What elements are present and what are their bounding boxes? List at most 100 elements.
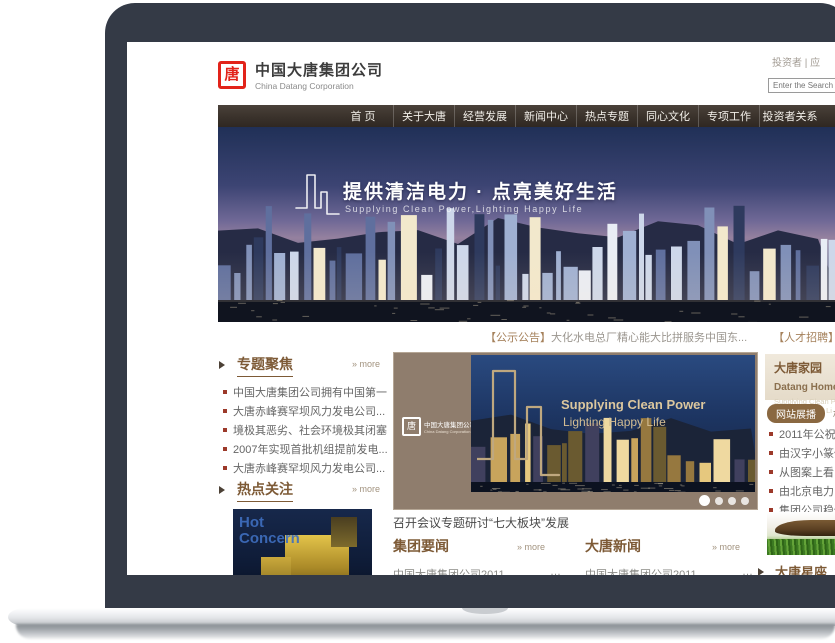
list-item-label: 2011年公祝中 bbox=[779, 426, 835, 442]
bullet-icon bbox=[769, 508, 773, 512]
bullet-icon bbox=[769, 489, 773, 493]
nav-item[interactable]: 经营发展 bbox=[454, 105, 515, 127]
datang-home-card[interactable]: 大唐家园 Datang Home Supplying Clean P Light… bbox=[765, 354, 835, 400]
hero-slogan-cn: 提供清洁电力 · 点亮美好生活 bbox=[343, 177, 618, 204]
bullet-icon bbox=[223, 409, 227, 413]
site-logo[interactable]: 唐 中国大唐集团公司 China Datang Corporation bbox=[218, 59, 383, 91]
plant-building bbox=[261, 557, 291, 575]
news-ticker: 【公示公告】大化水电总厂精心能大比拼服务中国东... 【人才招聘】大化水电总厂精心… bbox=[485, 330, 835, 346]
ticker-tag: 【公示公告】 bbox=[485, 332, 551, 344]
section-arrow-icon bbox=[758, 568, 764, 575]
nav-item[interactable]: 首 页 bbox=[333, 105, 393, 127]
datang-news-more[interactable]: » more bbox=[712, 542, 740, 552]
list-item[interactable]: 大唐赤峰赛罕坝风力发电公司... bbox=[223, 458, 388, 477]
nav-item[interactable]: 同心文化 bbox=[637, 105, 698, 127]
list-item[interactable]: 2011年公祝中 bbox=[769, 424, 835, 443]
carousel-logo-en: China Datang Corporation bbox=[424, 429, 476, 434]
nav-item[interactable]: 新闻中心 bbox=[515, 105, 576, 127]
constellation-section-title[interactable]: 大唐星座 bbox=[775, 562, 827, 575]
carousel-waveform-icon bbox=[477, 363, 567, 483]
hot-thumb-caption: Hot Concern bbox=[239, 515, 309, 547]
carousel-logo: 唐 中国大唐集团公司 China Datang Corporation bbox=[402, 417, 466, 436]
focus-list: 中国大唐集团公司拥有中国第一... 大唐赤峰赛罕坝风力发电公司... 境极其恶劣、社… bbox=[223, 382, 388, 477]
list-item-label: 大唐赤峰赛罕坝风力发电公司... bbox=[233, 460, 385, 476]
carousel-image: Supplying Clean Power Lighting Happy Lif… bbox=[471, 355, 755, 492]
plant-tower bbox=[331, 517, 357, 547]
grass bbox=[767, 539, 835, 555]
carousel-logo-cn: 中国大唐集团公司 bbox=[424, 419, 476, 429]
ticker-tag: 【人才招聘】 bbox=[773, 332, 835, 344]
carousel[interactable]: 唐 中国大唐集团公司 China Datang Corporation Supp… bbox=[393, 352, 758, 510]
news-item-row[interactable]: 中国大唐集团公司2011... … bbox=[585, 566, 753, 575]
carousel-caption[interactable]: 召开会议专题研讨“七大板块”发展 bbox=[393, 514, 569, 531]
bullet-icon bbox=[223, 466, 227, 470]
focus-section-title[interactable]: 专题聚焦 bbox=[237, 354, 293, 377]
group-news-title[interactable]: 集团要闻 bbox=[393, 536, 449, 556]
carousel-dot[interactable] bbox=[741, 497, 749, 505]
carousel-slogan-2: Lighting Happy Life bbox=[563, 415, 666, 429]
main-nav: 首 页关于大唐经营发展新闻中心热点专题同心文化专项工作投资者关系 bbox=[218, 105, 835, 127]
list-item[interactable]: 大唐赤峰赛罕坝风力发电公司... bbox=[223, 401, 388, 420]
bullet-icon bbox=[223, 447, 227, 451]
laptop-screen: 唐 中国大唐集团公司 China Datang Corporation 投资者 … bbox=[127, 42, 835, 575]
carousel-slogan-1: Supplying Clean Power bbox=[561, 397, 705, 412]
list-item-label: 由北京电力 bbox=[779, 483, 834, 499]
pulse-icon bbox=[295, 170, 341, 222]
news-item-label: 中国大唐集团公司2011... bbox=[585, 566, 706, 575]
page: 唐 中国大唐集团公司 China Datang Corporation 投资者 … bbox=[0, 0, 835, 643]
company-name-en: China Datang Corporation bbox=[255, 81, 383, 91]
list-item[interactable]: 由汉字小篆体 bbox=[769, 443, 835, 462]
hero-slogan-en: Supplying Clean Power,Lighting Happy Lif… bbox=[345, 204, 583, 214]
list-item[interactable]: 2007年实现首批机组提前发电... bbox=[223, 439, 388, 458]
right-tabs: 网站展播 档 bbox=[767, 404, 835, 423]
datang-seal-icon: 唐 bbox=[218, 61, 246, 89]
bullet-icon bbox=[223, 390, 227, 394]
list-item-label: 由汉字小篆体 bbox=[779, 445, 835, 461]
bullet-icon bbox=[223, 428, 227, 432]
bullet-icon bbox=[769, 451, 773, 455]
hot-concern-thumb[interactable]: Hot Concern bbox=[233, 509, 372, 575]
group-news-more[interactable]: » more bbox=[517, 542, 545, 552]
list-item-label: 从图案上看， bbox=[779, 464, 835, 480]
list-item-label: 大唐赤峰赛罕坝风力发电公司... bbox=[233, 403, 385, 419]
nav-item[interactable]: 投资者关系 bbox=[759, 105, 820, 127]
horizon-glow bbox=[218, 252, 835, 302]
news-item-date: … bbox=[742, 566, 753, 575]
list-item-label: 中国大唐集团公司拥有中国第一... bbox=[233, 384, 388, 400]
mushroom-cap bbox=[775, 520, 835, 536]
nature-thumb[interactable] bbox=[767, 512, 835, 555]
news-item-label: 中国大唐集团公司2011... bbox=[393, 566, 514, 575]
datang-seal-icon: 唐 bbox=[402, 417, 421, 436]
focus-more-link[interactable]: » more bbox=[352, 359, 380, 369]
carousel-dot[interactable] bbox=[728, 497, 736, 505]
laptop-base-shadow bbox=[16, 624, 835, 639]
carousel-dot[interactable] bbox=[715, 497, 723, 505]
right-list: 2011年公祝中由汉字小篆体从图案上看，由北京电力集团公司稳健 bbox=[769, 424, 835, 519]
list-item[interactable]: 从图案上看， bbox=[769, 462, 835, 481]
carousel-dot[interactable] bbox=[699, 495, 710, 506]
section-arrow-icon bbox=[219, 361, 225, 369]
logo-text: 中国大唐集团公司 China Datang Corporation bbox=[255, 59, 383, 91]
ticker-item[interactable]: 【人才招聘】大化水电总厂精心能大 bbox=[773, 332, 835, 344]
list-item[interactable]: 由北京电力 bbox=[769, 481, 835, 500]
news-item-row[interactable]: 中国大唐集团公司2011...… bbox=[393, 566, 561, 575]
header-links[interactable]: 投资者 | 应 bbox=[772, 54, 820, 69]
bullet-icon bbox=[769, 470, 773, 474]
ticker-item[interactable]: 【公示公告】大化水电总厂精心能大比拼服务中国东... bbox=[485, 332, 747, 344]
hot-more-link[interactable]: » more bbox=[352, 484, 380, 494]
list-item[interactable]: 中国大唐集团公司拥有中国第一... bbox=[223, 382, 388, 401]
list-item-label: 境极其恶劣、社会环境极其闭塞.. bbox=[233, 422, 388, 438]
tab-site-showcase[interactable]: 网站展播 bbox=[767, 404, 825, 423]
hot-section-title[interactable]: 热点关注 bbox=[237, 479, 293, 502]
list-item-label: 2007年实现首批机组提前发电... bbox=[233, 441, 388, 457]
section-arrow-icon bbox=[219, 486, 225, 494]
list-item[interactable]: 境极其恶劣、社会环境极其闭塞.. bbox=[223, 420, 388, 439]
nav-item[interactable]: 专项工作 bbox=[698, 105, 759, 127]
nav-item[interactable]: 关于大唐 bbox=[393, 105, 454, 127]
search-input[interactable] bbox=[768, 78, 835, 93]
datang-news-title[interactable]: 大唐新闻 bbox=[585, 536, 641, 556]
nav-item[interactable]: 热点专题 bbox=[576, 105, 637, 127]
hero-banner[interactable]: 提供清洁电力 · 点亮美好生活 Supplying Clean Power,Li… bbox=[218, 127, 835, 322]
carousel-dots bbox=[699, 495, 749, 506]
home-title-en: Datang Home bbox=[774, 382, 835, 393]
